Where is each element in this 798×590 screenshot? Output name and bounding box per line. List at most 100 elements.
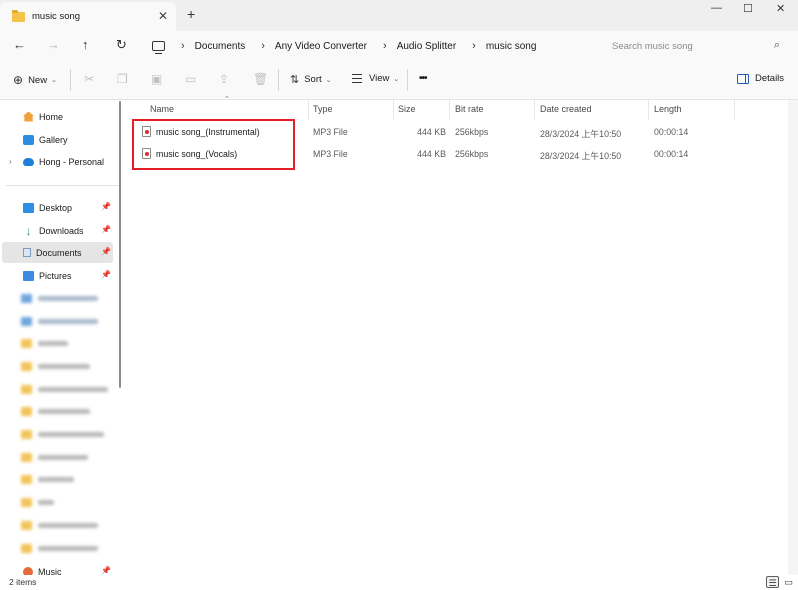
maximize-button[interactable]: ☐ xyxy=(743,2,753,15)
tab-close-icon[interactable]: ✕ xyxy=(158,9,168,23)
tab-music-song[interactable]: music song ✕ xyxy=(0,2,176,31)
sidebar-item-redacted[interactable] xyxy=(21,469,74,490)
details-label: Details xyxy=(755,73,785,84)
sidebar-item-redacted[interactable] xyxy=(21,401,90,422)
sidebar-item-redacted[interactable] xyxy=(21,311,98,332)
new-tab-button[interactable]: + xyxy=(187,6,195,22)
search-input[interactable]: Search music song ⌕ xyxy=(602,34,790,58)
chevron-right-icon: › xyxy=(181,40,185,52)
sort-icon: ⇅ xyxy=(290,74,300,86)
sidebar-item-gallery[interactable]: Gallery xyxy=(2,129,113,150)
sidebar-item-music[interactable]: Music 📌 xyxy=(2,561,113,575)
column-divider[interactable] xyxy=(648,100,649,120)
redacted-label xyxy=(38,500,54,505)
tab-title: music song xyxy=(32,11,81,22)
sidebar-item-pictures[interactable]: Pictures 📌 xyxy=(2,265,113,286)
view-lines-icon xyxy=(352,74,362,83)
redacted-label xyxy=(38,455,88,460)
chevron-down-icon: ⌄ xyxy=(393,75,400,83)
up-button[interactable]: ↑ xyxy=(82,37,89,52)
command-bar: ⊕ New ⌄ ✂ ❐ ▣ ▭ ⇪ 🗑 ⇅ Sort ⌄ View ⌄ ••• … xyxy=(0,61,798,100)
column-divider[interactable] xyxy=(308,100,309,120)
breadcrumb-documents[interactable]: Documents xyxy=(195,41,246,52)
column-header-date-created[interactable]: Date created xyxy=(540,104,592,114)
folder-icon xyxy=(21,385,32,394)
close-window-button[interactable]: ✕ xyxy=(776,2,785,15)
paste-icon[interactable]: ▣ xyxy=(151,72,162,86)
navigation-pane: Home Gallery › Hong - Personal Desktop 📌… xyxy=(0,100,122,575)
sidebar-item-label: Home xyxy=(39,111,64,122)
sidebar-item-redacted[interactable] xyxy=(21,356,90,377)
new-label: New xyxy=(28,74,48,86)
details-view-button[interactable]: ☰ xyxy=(766,576,779,588)
column-divider[interactable] xyxy=(734,100,735,120)
more-options-button[interactable]: ••• xyxy=(419,73,427,84)
folder-icon xyxy=(21,475,32,484)
sidebar-item-desktop[interactable]: Desktop 📌 xyxy=(2,197,113,218)
home-icon xyxy=(23,111,34,122)
chevron-right-icon[interactable]: › xyxy=(9,157,12,166)
pin-icon: 📌 xyxy=(101,270,111,279)
chevron-down-icon: ⌄ xyxy=(51,77,57,84)
column-header-size[interactable]: Size xyxy=(398,104,416,114)
rename-icon[interactable]: ▭ xyxy=(185,72,196,86)
delete-icon[interactable]: 🗑 xyxy=(253,72,268,86)
pin-icon: 📌 xyxy=(101,247,111,256)
breadcrumb-audio-splitter[interactable]: Audio Splitter xyxy=(397,41,456,52)
this-pc-icon[interactable] xyxy=(152,41,165,54)
redacted-label xyxy=(38,409,90,414)
folder-icon xyxy=(21,498,32,507)
folder-icon xyxy=(21,294,32,303)
view-button[interactable]: View ⌄ xyxy=(352,73,399,84)
sidebar-item-redacted[interactable] xyxy=(21,333,68,354)
column-divider[interactable] xyxy=(449,100,450,120)
column-divider[interactable] xyxy=(534,100,535,120)
minimize-button[interactable]: — xyxy=(711,2,722,14)
file-date-created: 28/3/2024 上午10:50 xyxy=(540,151,622,161)
sidebar-item-redacted[interactable] xyxy=(21,538,98,559)
sidebar-item-redacted[interactable] xyxy=(21,492,54,513)
sidebar-item-downloads[interactable]: ↓ Downloads 📌 xyxy=(2,220,113,241)
new-button[interactable]: ⊕ New ⌄ xyxy=(13,73,57,87)
redacted-label xyxy=(38,341,68,346)
column-header-length[interactable]: Length xyxy=(654,104,682,114)
sort-button[interactable]: ⇅ Sort ⌄ xyxy=(290,73,332,86)
search-icon: ⌕ xyxy=(773,39,780,51)
sidebar-scrollbar[interactable] xyxy=(119,101,121,388)
column-divider[interactable] xyxy=(393,100,394,120)
breadcrumb-music-song[interactable]: music song xyxy=(486,41,537,52)
details-pane-button[interactable]: Details xyxy=(737,73,784,84)
column-header-bitrate[interactable]: Bit rate xyxy=(455,104,484,114)
file-size: 444 KB xyxy=(417,127,446,137)
forward-button[interactable]: → xyxy=(47,37,60,52)
sidebar-item-redacted[interactable] xyxy=(21,288,98,309)
column-header-type[interactable]: Type xyxy=(313,104,333,114)
sidebar-item-redacted[interactable] xyxy=(21,379,108,400)
folder-icon xyxy=(21,544,32,553)
sidebar-item-redacted[interactable] xyxy=(21,515,98,536)
file-bitrate: 256kbps xyxy=(455,127,489,137)
toolbar-divider xyxy=(278,69,279,91)
cut-icon[interactable]: ✂ xyxy=(84,72,94,86)
music-icon xyxy=(23,566,33,575)
desktop-icon xyxy=(23,202,34,213)
sidebar-item-redacted[interactable] xyxy=(21,447,88,468)
redacted-label xyxy=(38,477,74,482)
file-length: 00:00:14 xyxy=(654,149,689,159)
share-icon[interactable]: ⇪ xyxy=(219,72,229,86)
chevron-down-icon: ⌄ xyxy=(325,76,332,84)
file-list-scrollbar[interactable] xyxy=(788,100,798,575)
folder-icon xyxy=(21,317,32,326)
sidebar-item-home[interactable]: Home xyxy=(2,106,113,127)
back-button[interactable]: ← xyxy=(13,37,26,52)
breadcrumb[interactable]: › Documents › Any Video Converter › Audi… xyxy=(145,34,593,58)
refresh-button[interactable]: ↻ xyxy=(116,37,127,53)
tiles-view-button[interactable]: ▭ xyxy=(782,576,795,588)
sidebar-item-documents[interactable]: Documents 📌 xyxy=(2,242,113,263)
column-header-name[interactable]: Name xyxy=(150,104,174,114)
download-icon: ↓ xyxy=(25,223,32,238)
sidebar-item-onedrive[interactable]: › Hong - Personal xyxy=(2,151,113,172)
sidebar-item-redacted[interactable] xyxy=(21,424,104,445)
breadcrumb-any-video-converter[interactable]: Any Video Converter xyxy=(275,41,367,52)
copy-icon[interactable]: ❐ xyxy=(117,72,128,86)
